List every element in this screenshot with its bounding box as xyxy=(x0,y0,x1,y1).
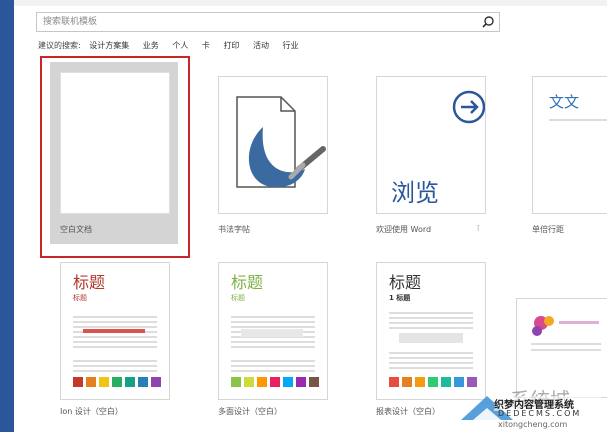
flower-graphic xyxy=(531,316,601,351)
facet-thumbnail[interactable]: 标题 标题 xyxy=(218,262,328,400)
suggest-link-print[interactable]: 打印 xyxy=(223,40,239,51)
color-swatches xyxy=(73,377,161,387)
template-caption: Ion 设计（空白） xyxy=(60,407,123,416)
single-spaced-big-text: 文文 xyxy=(549,93,580,111)
pin-icon[interactable]: ⊺ xyxy=(476,224,480,233)
arrow-right-circle-icon xyxy=(452,90,485,124)
search-icon[interactable] xyxy=(481,15,495,29)
ion-highlight-bar xyxy=(83,329,145,333)
suggest-link-events[interactable]: 活动 xyxy=(253,40,269,51)
window-left-edge xyxy=(0,0,14,432)
suggest-link-design-sets[interactable]: 设计方案集 xyxy=(89,40,129,51)
report-title: 标题 xyxy=(389,273,422,292)
top-band xyxy=(14,0,607,6)
template-caption: 多面设计（空白） xyxy=(218,407,282,416)
selection-highlight xyxy=(40,56,190,258)
browse-big-text: 浏览 xyxy=(391,179,439,207)
suggest-link-cards[interactable]: 卡 xyxy=(202,40,210,51)
body-text-lines xyxy=(389,309,473,329)
template-caption: 报表设计（空白） xyxy=(376,407,440,416)
body-text-lines xyxy=(389,349,473,371)
calligraphy-thumbnail[interactable] xyxy=(218,76,328,214)
single-spaced-thumbnail[interactable]: 文文 xyxy=(532,76,607,214)
watermark-url: DEDECMS.COM xyxy=(498,409,582,418)
watermark-bottom-text: xitongcheng.com xyxy=(498,420,568,429)
suggested-searches: 建议的搜索: 设计方案集 业务 个人 卡 打印 活动 行业 xyxy=(38,40,310,52)
facet-title: 标题 xyxy=(231,273,264,292)
suggest-link-industry[interactable]: 行业 xyxy=(283,40,299,51)
welcome-thumbnail[interactable]: 浏览 xyxy=(376,76,486,214)
ion-title: 标题 xyxy=(73,273,106,292)
report-quote-block xyxy=(399,333,463,343)
template-caption: 欢迎使用 Word xyxy=(376,225,432,234)
suggested-searches-label: 建议的搜索: xyxy=(38,41,81,50)
template-search-box[interactable] xyxy=(36,12,500,32)
color-swatches xyxy=(231,377,319,387)
ion-subtitle: 标题 xyxy=(73,294,87,302)
body-text-lines xyxy=(231,357,315,373)
report-subtitle: 1 标题 xyxy=(389,294,411,302)
search-input[interactable] xyxy=(43,15,463,29)
text-line xyxy=(549,119,607,121)
suggest-link-business[interactable]: 业务 xyxy=(143,40,159,51)
facet-subtitle: 标题 xyxy=(231,294,245,302)
ion-thumbnail[interactable]: 标题 标题 xyxy=(60,262,170,400)
template-caption: 书法字帖 xyxy=(218,225,250,234)
template-caption: 单倍行距 xyxy=(532,225,564,234)
suggest-link-personal[interactable]: 个人 xyxy=(172,40,188,51)
facet-quote-block xyxy=(241,329,303,337)
calligraphy-brush-icon xyxy=(236,96,326,188)
body-text-lines xyxy=(73,357,157,373)
